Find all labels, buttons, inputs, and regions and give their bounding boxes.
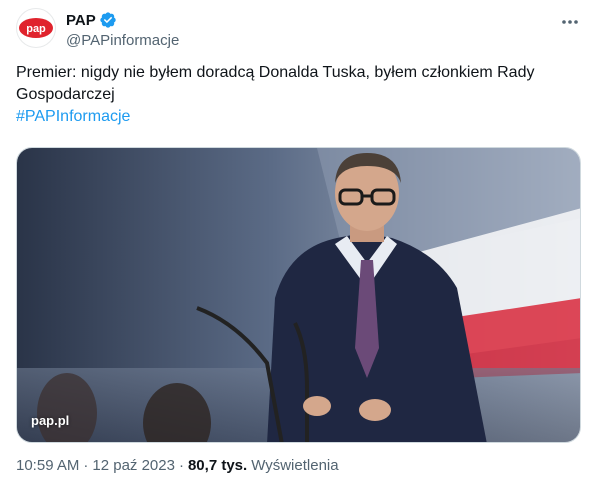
tweet-header: pap PAP @PAPinformacje: [16, 8, 582, 50]
tweet-body: Premier: nigdy nie byłem doradcą Donalda…: [16, 64, 535, 103]
views-label: Wyświetlenia: [251, 457, 339, 474]
author-names: PAP @PAPinformacje: [66, 10, 179, 50]
tweet-text: Premier: nigdy nie byłem doradcą Donalda…: [16, 62, 582, 128]
views-count: 80,7 tys.: [187, 457, 248, 474]
tweet-photo[interactable]: pap.pl: [16, 147, 581, 443]
tweet-meta: 10:59 AM · 12 paź 2023 · 80,7 tys. Wyświ…: [16, 457, 339, 474]
tweet-card: pap PAP @PAPinformacje Premier: nigdy ni…: [0, 0, 598, 487]
display-name-row: PAP: [66, 10, 179, 30]
meta-separator: ·: [83, 457, 89, 474]
tweet-time[interactable]: 10:59 AM: [16, 457, 79, 474]
verified-badge-icon: [100, 12, 116, 28]
photo-image: [17, 148, 580, 442]
meta-separator-2: ·: [178, 457, 184, 474]
hashtag-link[interactable]: #PAPInformacje: [16, 106, 582, 128]
avatar-logo-text: pap: [26, 23, 46, 35]
more-dots-icon: [562, 20, 578, 24]
display-name[interactable]: PAP: [66, 12, 96, 29]
pap-logo-icon: pap: [19, 18, 53, 38]
avatar[interactable]: pap: [16, 8, 56, 48]
more-options-button[interactable]: [558, 12, 582, 32]
author-handle[interactable]: @PAPinformacje: [66, 32, 179, 49]
tweet-date[interactable]: 12 paź 2023: [92, 457, 175, 474]
photo-watermark: pap.pl: [31, 413, 70, 428]
